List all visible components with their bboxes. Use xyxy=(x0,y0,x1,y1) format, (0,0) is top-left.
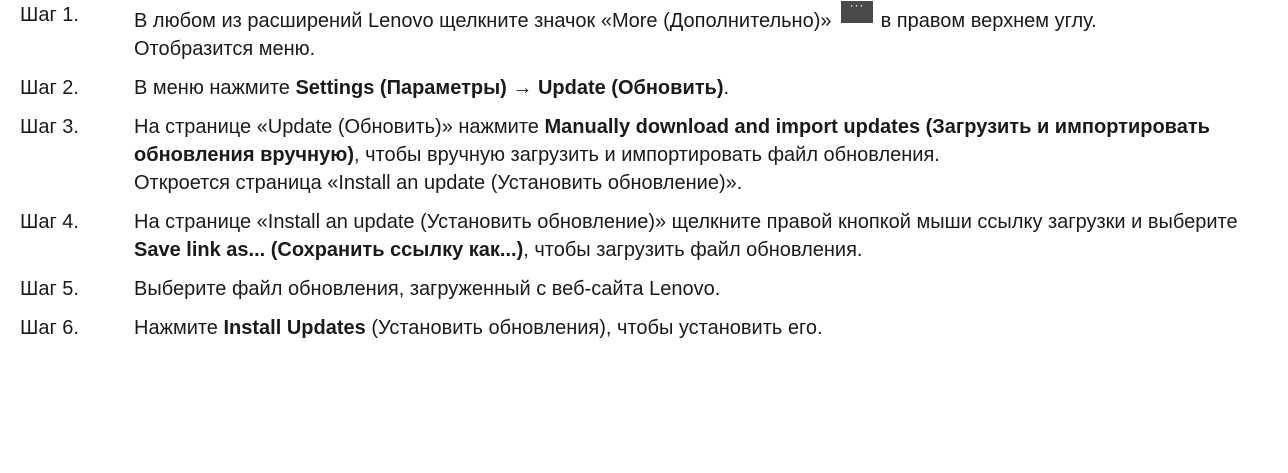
step-body: В любом из расширений Lenovo щелкните зн… xyxy=(134,0,1288,63)
command-name: Install Updates xyxy=(223,317,366,339)
step-instruction: Выберите файл обновления, загруженный с … xyxy=(134,278,721,300)
step-text: , чтобы загрузить файл обновления. xyxy=(523,239,863,261)
step-result: Откроется страница «Install an update (У… xyxy=(134,172,743,194)
step-instruction: В любом из расширений Lenovo щелкните зн… xyxy=(134,0,1268,35)
step-3: Шаг 3. На странице «Update (Обновить)» н… xyxy=(0,113,1288,197)
step-body: Выберите файл обновления, загруженный с … xyxy=(134,275,1288,303)
step-4: Шаг 4. На странице «Install an update (У… xyxy=(0,208,1288,264)
step-6: Шаг 6. Нажмите Install Updates (Установи… xyxy=(0,314,1288,342)
step-label: Шаг 1. xyxy=(20,4,79,26)
step-body: На странице «Update (Обновить)» нажмите … xyxy=(134,113,1288,197)
menu-path: Settings (Параметры) → Update (Обновить) xyxy=(295,77,724,99)
step-text: , чтобы вручную загрузить и импортироват… xyxy=(354,144,940,166)
more-icon: ··· xyxy=(841,0,874,23)
step-label: Шаг 3. xyxy=(20,116,79,138)
step-5: Шаг 5. Выберите файл обновления, загруже… xyxy=(0,275,1288,303)
step-result: Отобразится меню. xyxy=(134,38,316,60)
step-body: Нажмите Install Updates (Установить обно… xyxy=(134,314,1288,342)
more-icon-dots: ··· xyxy=(849,0,865,12)
step-label: Шаг 2. xyxy=(20,77,79,99)
step-1: Шаг 1. В любом из расширений Lenovo щелк… xyxy=(0,0,1288,63)
step-label: Шаг 6. xyxy=(20,317,79,339)
step-label: Шаг 4. xyxy=(20,211,79,233)
step-text: В меню нажмите xyxy=(134,77,290,99)
step-instruction: На странице «Update (Обновить)» нажмите … xyxy=(134,113,1268,169)
step-text: . xyxy=(723,77,730,99)
step-text: в правом верхнем углу. xyxy=(880,10,1097,32)
step-text: В любом из расширений Lenovo щелкните зн… xyxy=(134,10,832,32)
step-text: (Установить обновления), чтобы установит… xyxy=(365,317,823,339)
step-list: Шаг 1. В любом из расширений Lenovo щелк… xyxy=(0,0,1288,342)
step-instruction: В меню нажмите Settings (Параметры) → Up… xyxy=(134,74,1268,102)
step-2: Шаг 2. В меню нажмите Settings (Параметр… xyxy=(0,74,1288,102)
step-instruction: Нажмите Install Updates (Установить обно… xyxy=(134,314,1268,342)
step-instruction: На странице «Install an update (Установи… xyxy=(134,208,1268,264)
command-name: Save link as... (Сохранить ссылку как...… xyxy=(134,239,524,261)
step-label: Шаг 5. xyxy=(20,278,79,300)
step-text: Нажмите xyxy=(134,317,218,339)
step-body: В меню нажмите Settings (Параметры) → Up… xyxy=(134,74,1288,102)
step-body: На странице «Install an update (Установи… xyxy=(134,208,1288,264)
step-text: На странице «Install an update (Установи… xyxy=(134,211,1238,233)
step-text: На странице «Update (Обновить)» нажмите xyxy=(134,116,539,138)
